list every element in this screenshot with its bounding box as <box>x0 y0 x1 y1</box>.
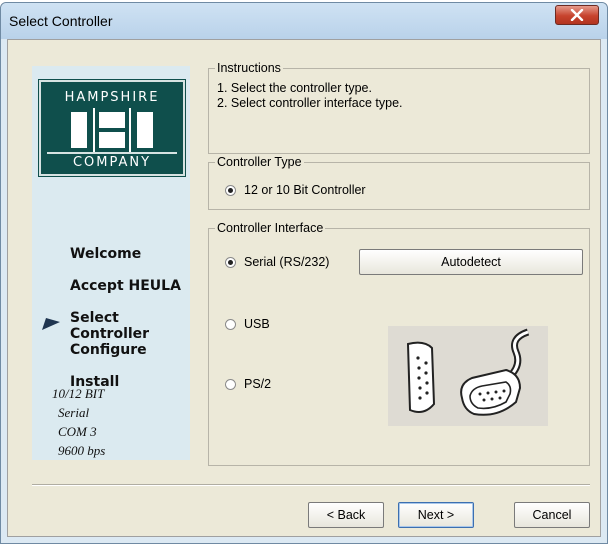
controller-type-group: Controller Type 12 or 10 Bit Controller <box>208 155 590 210</box>
instruction-line-1: 1. Select the controller type. <box>217 81 372 95</box>
step-configure: Configure <box>70 342 147 358</box>
instruction-line-2: 2. Select controller interface type. <box>217 96 403 110</box>
autodetect-button[interactable]: Autodetect <box>359 249 583 275</box>
summary-port: COM 3 <box>58 424 97 439</box>
logo-top-text: HAMPSHIRE <box>64 90 160 105</box>
select-controller-window: Select Controller HAMPSHIRE COMPANY Welc… <box>0 2 608 544</box>
instructions-text: 1. Select the controller type. 2. Select… <box>217 81 403 111</box>
step-accept-heula: Accept HEULA <box>70 278 181 294</box>
configuration-summary: 10/12 BIT Serial COM 3 9600 bps <box>52 384 105 460</box>
radio-button[interactable] <box>225 318 236 330</box>
footer-separator <box>32 484 590 486</box>
logo-bottom-text: COMPANY <box>47 152 177 170</box>
current-step-arrow-icon <box>42 318 60 330</box>
summary-baud: 9600 bps <box>58 443 106 458</box>
instructions-group: Instructions 1. Select the controller ty… <box>208 61 590 154</box>
cancel-button[interactable]: Cancel <box>514 502 590 528</box>
back-button[interactable]: < Back <box>308 502 384 528</box>
dialog-client-area: HAMPSHIRE COMPANY Welcome Accept HEULA S… <box>7 39 601 537</box>
radio-serial[interactable]: Serial (RS/232) <box>225 255 329 269</box>
radio-button[interactable] <box>225 378 236 390</box>
logo-h-emblem-icon <box>71 108 153 152</box>
radio-label: Serial (RS/232) <box>244 255 330 269</box>
close-icon <box>570 9 584 21</box>
serial-connector-icon <box>406 328 530 416</box>
radio-usb[interactable]: USB <box>225 317 270 331</box>
title-bar[interactable]: Select Controller <box>1 3 607 39</box>
summary-bits: 10/12 BIT <box>52 386 105 401</box>
controller-type-label: Controller Type <box>215 155 304 169</box>
step-welcome: Welcome <box>70 246 142 262</box>
radio-12-or-10-bit[interactable]: 12 or 10 Bit Controller <box>225 183 366 197</box>
wizard-side-panel: HAMPSHIRE COMPANY Welcome Accept HEULA S… <box>32 66 190 460</box>
radio-label: PS/2 <box>244 377 272 391</box>
summary-interface: Serial <box>58 405 90 420</box>
step-select-controller: Select Controller <box>70 310 150 342</box>
next-button[interactable]: Next > <box>398 502 474 528</box>
serial-connector-illustration <box>388 326 548 426</box>
hampshire-logo: HAMPSHIRE COMPANY <box>38 79 186 177</box>
radio-label: 12 or 10 Bit Controller <box>244 183 366 197</box>
radio-button[interactable] <box>225 256 236 268</box>
controller-interface-label: Controller Interface <box>215 221 326 235</box>
instructions-label: Instructions <box>215 61 283 75</box>
window-title: Select Controller <box>9 13 113 29</box>
radio-ps2[interactable]: PS/2 <box>225 377 271 391</box>
radio-button[interactable] <box>225 184 236 196</box>
radio-label: USB <box>244 317 270 331</box>
close-button[interactable] <box>555 5 599 25</box>
